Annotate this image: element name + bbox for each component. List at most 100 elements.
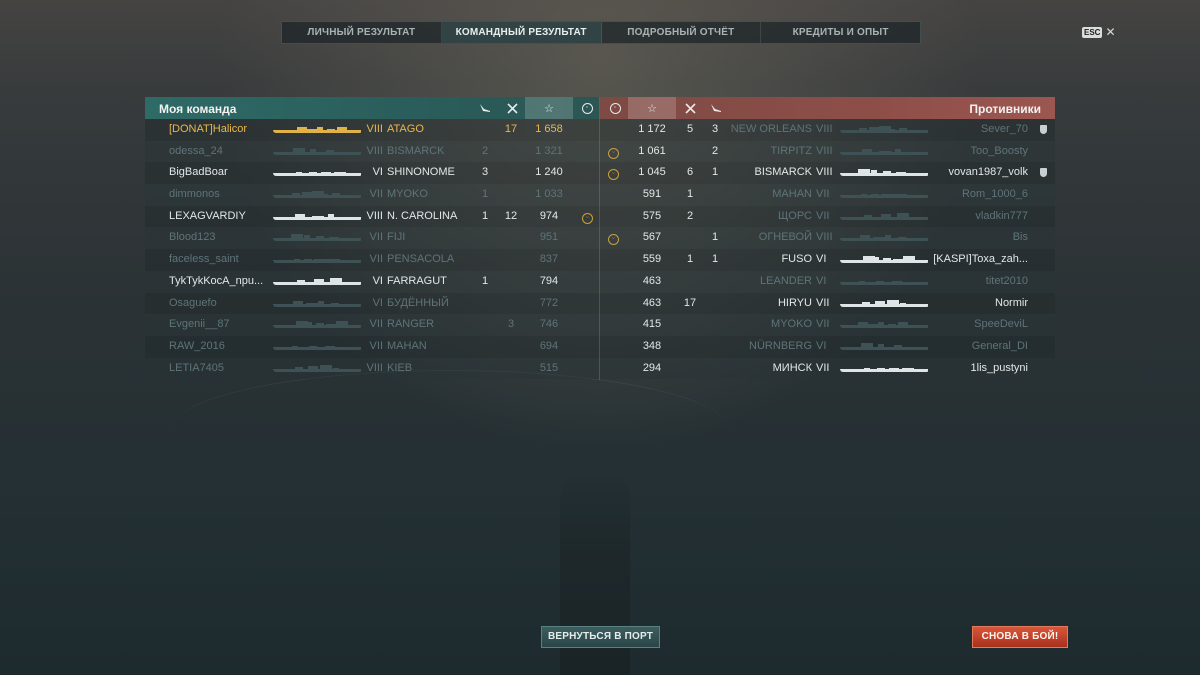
xp-value: 1 061 — [638, 144, 666, 157]
ship-superstructure — [858, 169, 870, 175]
player-name: [KASPI]Toxa_zah... — [933, 253, 1028, 266]
ship-tier: VII — [816, 188, 830, 201]
ship-tier: VIII — [816, 123, 833, 135]
close-icon: ✕ — [1105, 25, 1116, 39]
ship-superstructure — [326, 324, 336, 327]
table-row[interactable]: ᵕ1 045 6 1 BISMARCK VIII vovan1987_volk — [600, 162, 1055, 185]
table-row[interactable]: Blood123 VII FIJI 951 — [145, 227, 600, 250]
table-row[interactable]: 559 1 1 FUSO VI [KASPI]Toxa_zah... — [600, 249, 1055, 271]
table-row[interactable]: RAW_2016 VII MAHAN 694 — [145, 335, 600, 358]
table-row[interactable]: 294 МИНСК VII 1lis_pustyni — [600, 357, 1055, 380]
my-team-header: Моя команда ☆ ᵕ — [145, 97, 600, 119]
table-row[interactable]: 415 MYOKO VII SpeeDeviL — [600, 314, 1055, 336]
player-name: vladkin777 — [975, 209, 1028, 222]
player-name: Osaguefo — [169, 296, 217, 309]
ship-superstructure — [864, 214, 872, 218]
star-icon: ☆ — [525, 97, 573, 119]
my-team-title: Моя команда — [159, 102, 237, 116]
ship-tier: VI — [372, 274, 383, 287]
table-row[interactable]: dimmonos VII MYOKO 1 1 033 — [145, 184, 600, 206]
ship-superstructure — [870, 170, 877, 175]
table-row[interactable]: 591 1 MAHAN VII Rom_1000_6 — [600, 184, 1055, 206]
planes-count: 1 — [481, 188, 489, 201]
tab-team-result[interactable]: КОМАНДНЫЙ РЕЗУЛЬТАТ — [441, 22, 602, 43]
ship-superstructure — [877, 343, 884, 348]
planes-count: 1 — [481, 209, 489, 222]
ship-name: BISMARCK — [387, 144, 445, 157]
ship-superstructure — [860, 235, 870, 240]
table-row[interactable]: 1 172 5 3 NEW ORLEANS VIII Sever_70 — [600, 119, 1055, 141]
table-row[interactable]: faceless_saint VII PENSACOLA 837 — [145, 249, 600, 271]
kills-count: 17 — [504, 123, 518, 135]
table-row[interactable]: 348 NÜRNBERG VI General_DI — [600, 335, 1055, 358]
ship-name: FIJI — [387, 231, 406, 244]
ship-tier: VII — [369, 188, 383, 201]
ship-superstructure — [327, 129, 335, 131]
ship-name: БУДЁННЫЙ — [387, 296, 449, 309]
ship-tier: VIII — [816, 166, 833, 179]
table-row[interactable]: 575 2 ЩОРС VII vladkin777 — [600, 205, 1055, 228]
xp-value: 1 658 — [535, 123, 563, 135]
ship-superstructure — [869, 127, 879, 131]
ship-superstructure — [316, 323, 324, 327]
ship-superstructure — [316, 236, 324, 240]
achievement-icon: ᵕ — [608, 227, 619, 249]
player-name: Bis — [1012, 231, 1028, 244]
ship-superstructure — [888, 324, 896, 327]
tab-credits-xp[interactable]: КРЕДИТЫ И ОПЫТ — [761, 22, 920, 43]
xp-value: 348 — [642, 339, 662, 352]
planes-count: 1 — [481, 274, 489, 287]
table-row[interactable]: Evgenii__87 VII RANGER 3 746 — [145, 314, 600, 336]
ship-superstructure — [333, 172, 346, 175]
table-row[interactable]: TykTykKocA_npu... VI FARRAGUT 1 794 — [145, 270, 600, 293]
xp-value: 559 — [642, 253, 662, 266]
ship-superstructure — [292, 345, 298, 348]
my-team-list: [DONAT]Halicor VIII ATAGO 17 1 658 odessa_24 V… — [145, 119, 600, 380]
plane-icon — [704, 97, 728, 119]
ship-superstructure — [883, 171, 891, 175]
division-badge-icon — [1040, 168, 1047, 179]
table-row[interactable]: ᵕ1 061 2 TIRPITZ VIII Too_Boosty — [600, 140, 1055, 163]
xp-value: 591 — [642, 188, 662, 201]
ship-name: SHINONOME — [387, 166, 455, 179]
crossed-swords-icon — [500, 97, 524, 119]
to-battle-button[interactable]: СНОВА В БОЙ! — [972, 626, 1068, 648]
ship-name: HIRYU — [777, 296, 812, 309]
ship-superstructure — [885, 235, 891, 240]
tab-detailed-report[interactable]: ПОДРОБНЫЙ ОТЧЁТ — [602, 22, 762, 43]
ship-name: LEANDER — [760, 274, 812, 287]
ship-superstructure — [309, 148, 316, 153]
ship-superstructure — [876, 367, 885, 370]
ship-name: TIRPITZ — [770, 144, 812, 157]
ship-superstructure — [878, 322, 884, 327]
player-name: TykTykKocA_npu... — [169, 274, 264, 287]
player-name: vovan1987_volk — [948, 166, 1028, 179]
player-name: odessa_24 — [169, 144, 223, 157]
table-row[interactable]: [DONAT]Halicor VIII ATAGO 17 1 658 — [145, 119, 600, 141]
ship-superstructure — [332, 367, 339, 370]
player-name: BigBadBoar — [169, 166, 228, 179]
player-name: General_DI — [971, 339, 1028, 352]
table-row[interactable]: odessa_24 VIII BISMARCK 2 1 321 — [145, 140, 600, 163]
ship-superstructure — [325, 345, 336, 348]
xp-value: 1 045 — [638, 166, 666, 179]
xp-value: 463 — [642, 296, 662, 309]
esc-close-button[interactable]: ESC ✕ — [1082, 25, 1116, 39]
ship-superstructure — [864, 367, 870, 370]
kills-count: 6 — [686, 166, 694, 179]
ship-superstructure — [302, 192, 312, 197]
ship-tier: VII — [816, 318, 830, 331]
tab-personal-result[interactable]: ЛИЧНЫЙ РЕЗУЛЬТАТ — [282, 22, 442, 43]
table-row[interactable]: BigBadBoar VI SHINONOME 3 1 240 — [145, 162, 600, 185]
ship-superstructure — [297, 127, 307, 131]
ship-name: ATAGO — [387, 123, 424, 135]
table-row[interactable]: 463 17 HIRYU VII Normir — [600, 292, 1055, 315]
back-to-port-button[interactable]: ВЕРНУТЬСЯ В ПОРТ — [541, 626, 660, 648]
table-row[interactable]: 463 LEANDER VI titet2010 — [600, 270, 1055, 293]
table-row[interactable]: LEXAGVARDIY VIII N. CAROLINA 1 12 974 ᵕ — [145, 205, 600, 228]
table-row[interactable]: Osaguefo VI БУДЁННЫЙ 772 — [145, 292, 600, 315]
table-row[interactable]: ᵕ 567 1 ОГНЕВОЙ VIII Bis — [600, 227, 1055, 250]
ship-tier: VIII — [366, 123, 383, 135]
xp-value: 294 — [642, 361, 662, 374]
table-row[interactable]: LETIA7405 VIII KIEB 515 — [145, 357, 600, 380]
